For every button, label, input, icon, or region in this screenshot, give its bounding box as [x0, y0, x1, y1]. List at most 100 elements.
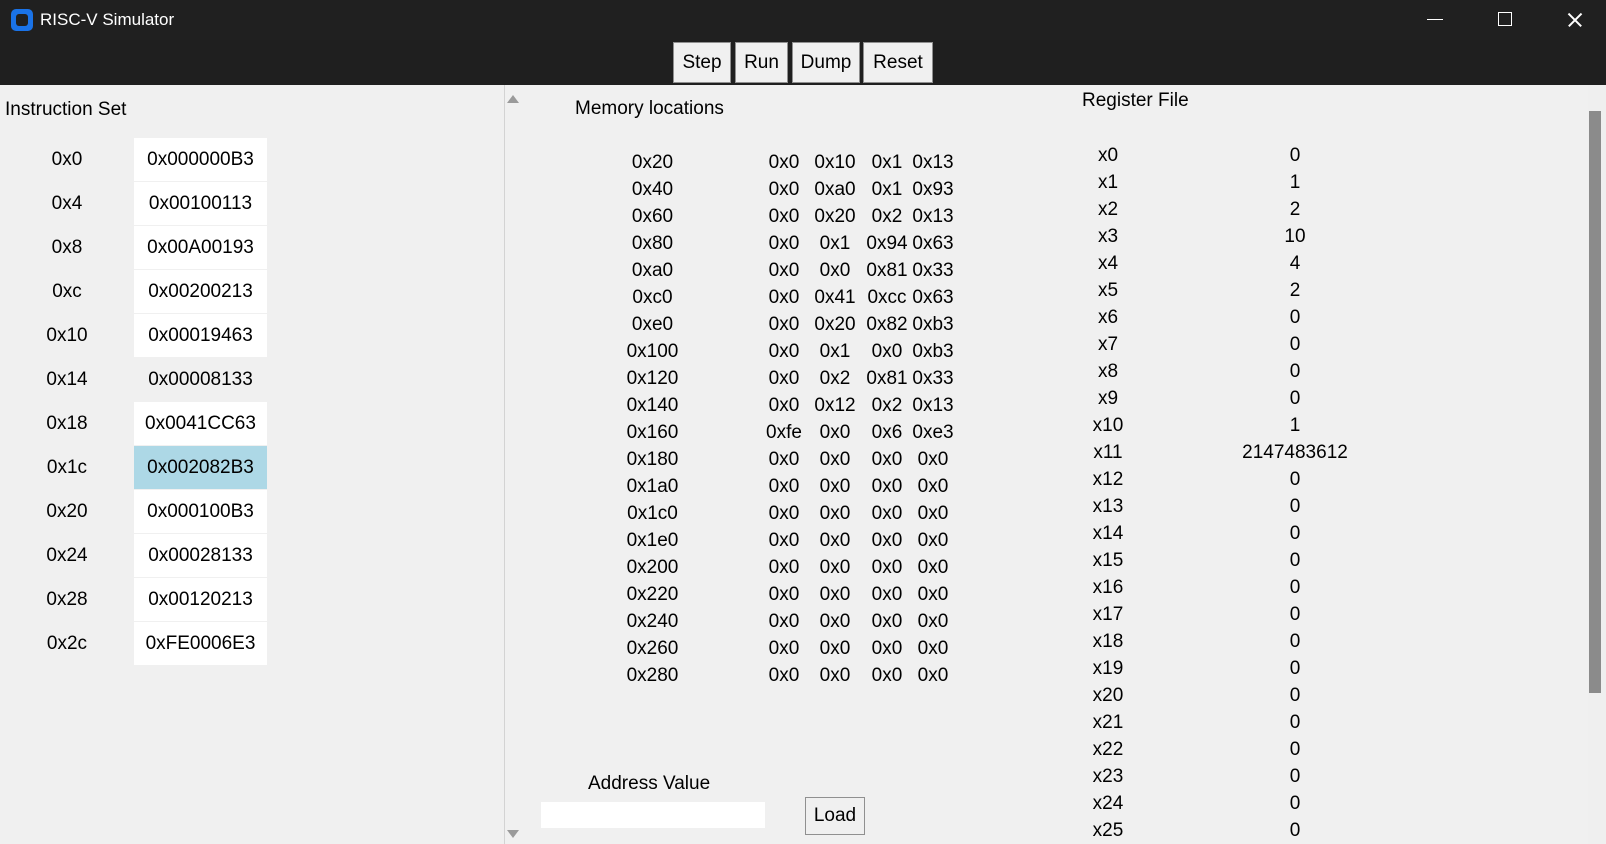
memory-byte: 0x13: [912, 152, 954, 173]
register-value: 2: [1289, 199, 1301, 220]
register-row: x20 0: [1080, 682, 1340, 709]
register-row: x6 0: [1080, 304, 1340, 331]
instruction-code[interactable]: 0x00028133: [134, 534, 267, 577]
memory-byte: 0x0: [768, 260, 800, 281]
register-name: x0: [1097, 145, 1119, 166]
load-button[interactable]: Load: [805, 797, 865, 835]
instruction-address: 0x14: [46, 369, 88, 390]
memory-row: 0x240 0x0 0x0 0x0 0x0: [600, 608, 970, 635]
memory-address: 0x40: [631, 179, 674, 200]
memory-byte: 0x0: [768, 449, 800, 470]
instruction-address: 0x1c: [46, 457, 88, 478]
register-name: x9: [1097, 388, 1119, 409]
register-row: x9 0: [1080, 385, 1340, 412]
memory-byte: 0x0: [768, 314, 800, 335]
memory-address: 0x180: [626, 449, 679, 470]
register-value: 0: [1289, 712, 1301, 733]
run-button[interactable]: Run: [735, 42, 788, 83]
register-row: x3 10: [1080, 223, 1340, 250]
memory-byte: 0x0: [768, 665, 800, 686]
instruction-code[interactable]: 0x00120213: [134, 578, 267, 621]
memory-byte: 0x0: [819, 665, 851, 686]
instruction-address: 0x20: [46, 501, 88, 522]
instruction-address: 0x4: [51, 193, 83, 214]
memory-scroll-up-icon[interactable]: [507, 95, 519, 103]
register-value: 0: [1289, 739, 1301, 760]
register-name: x25: [1092, 820, 1124, 841]
register-value: 0: [1289, 658, 1301, 679]
maximize-button[interactable]: [1470, 0, 1540, 40]
address-value-input[interactable]: [541, 802, 765, 828]
memory-byte: 0x0: [917, 584, 949, 605]
instruction-code[interactable]: 0x00100113: [134, 182, 267, 225]
instruction-code[interactable]: 0x00200213: [134, 270, 267, 313]
memory-address: 0x20: [631, 152, 674, 173]
memory-byte: 0xfe: [766, 422, 802, 443]
register-value: 0: [1289, 766, 1301, 787]
memory-row: 0x60 0x0 0x20 0x2 0x13: [600, 203, 970, 230]
register-value: 0: [1289, 820, 1301, 841]
memory-byte: 0xb3: [912, 314, 954, 335]
register-value: 1: [1289, 172, 1301, 193]
register-value: 2: [1289, 280, 1301, 301]
register-row: x4 4: [1080, 250, 1340, 277]
instruction-code[interactable]: 0xFE0006E3: [134, 622, 267, 665]
memory-row: 0x120 0x0 0x2 0x81 0x33: [600, 365, 970, 392]
register-name: x6: [1097, 307, 1119, 328]
memory-byte: 0x0: [819, 611, 851, 632]
memory-row: 0xc0 0x0 0x41 0xcc 0x63: [600, 284, 970, 311]
memory-byte: 0x93: [912, 179, 954, 200]
register-name: x16: [1092, 577, 1124, 598]
instruction-address: 0x8: [51, 237, 83, 258]
instruction-code[interactable]: 0x00019463: [134, 314, 267, 357]
memory-address: 0x60: [631, 206, 674, 227]
instruction-code[interactable]: 0x00008133: [134, 358, 267, 401]
instruction-code[interactable]: 0x002082B3: [134, 446, 267, 489]
memory-byte: 0x0: [917, 665, 949, 686]
memory-row: 0x80 0x0 0x1 0x94 0x63: [600, 230, 970, 257]
memory-byte: 0x0: [768, 395, 800, 416]
memory-row: 0x220 0x0 0x0 0x0 0x0: [600, 581, 970, 608]
register-name: x12: [1092, 469, 1124, 490]
memory-byte: 0xb3: [912, 341, 954, 362]
memory-address: 0x140: [626, 395, 679, 416]
instruction-code[interactable]: 0x000000B3: [134, 138, 267, 181]
memory-address: 0x80: [631, 233, 674, 254]
instruction-code[interactable]: 0x0041CC63: [134, 402, 267, 445]
memory-byte: 0x0: [819, 503, 851, 524]
memory-byte: 0x0: [768, 287, 800, 308]
memory-row: 0x1a0 0x0 0x0 0x0 0x0: [600, 473, 970, 500]
scrollbar-thumb[interactable]: [1589, 111, 1601, 693]
reset-button[interactable]: Reset: [863, 42, 933, 83]
memory-byte: 0x20: [814, 206, 856, 227]
title-bar: RISC-V Simulator: [0, 0, 1606, 40]
register-row: x21 0: [1080, 709, 1340, 736]
minimize-button[interactable]: [1400, 0, 1470, 40]
register-row: x17 0: [1080, 601, 1340, 628]
register-name: x24: [1092, 793, 1124, 814]
memory-scroll-down-icon[interactable]: [507, 830, 519, 838]
instruction-code[interactable]: 0x000100B3: [134, 490, 267, 533]
register-value: 0: [1289, 550, 1301, 571]
memory-byte: 0x0: [819, 422, 851, 443]
register-name: x2: [1097, 199, 1119, 220]
memory-row: 0x1c0 0x0 0x0 0x0 0x0: [600, 500, 970, 527]
register-value: 0: [1289, 631, 1301, 652]
close-button[interactable]: [1540, 0, 1606, 40]
memory-byte: 0x41: [814, 287, 856, 308]
register-row: x10 1: [1080, 412, 1340, 439]
register-row: x14 0: [1080, 520, 1340, 547]
memory-row: 0x160 0xfe 0x0 0x6 0xe3: [600, 419, 970, 446]
register-value: 0: [1289, 496, 1301, 517]
register-row: x12 0: [1080, 466, 1340, 493]
step-button[interactable]: Step: [673, 42, 731, 83]
memory-row: 0x260 0x0 0x0 0x0 0x0: [600, 635, 970, 662]
instruction-address: 0x10: [46, 325, 88, 346]
register-name: x22: [1092, 739, 1124, 760]
memory-locations-heading: Memory locations: [575, 98, 724, 119]
dump-button[interactable]: Dump: [792, 42, 860, 83]
instruction-code[interactable]: 0x00A00193: [134, 226, 267, 269]
memory-byte: 0x0: [768, 584, 800, 605]
memory-byte: 0x0: [768, 368, 800, 389]
memory-byte: 0x0: [819, 638, 851, 659]
